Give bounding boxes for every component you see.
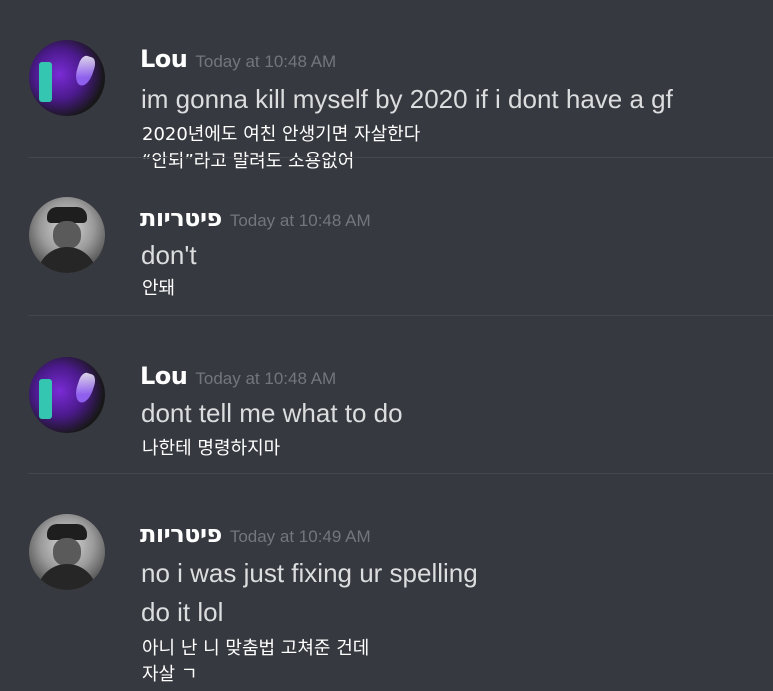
message-header: פיטריות Today at 10:48 AM	[140, 204, 371, 232]
translation-text: 아니 난 니 맞춤법 고쳐준 건데	[142, 638, 370, 659]
message-text: do it lol	[141, 597, 224, 627]
timestamp: Today at 10:48 AM	[195, 369, 337, 388]
translation-text: 안돼	[142, 278, 176, 299]
avatar[interactable]	[29, 40, 105, 116]
message-header: פיטריות Today at 10:49 AM	[140, 520, 371, 548]
avatar[interactable]	[29, 197, 105, 273]
message-divider	[28, 473, 773, 474]
username[interactable]: פיטריות	[140, 520, 222, 548]
avatar-art	[37, 564, 97, 590]
translation-text: “안되”라고 말려도 소용없어	[142, 151, 355, 172]
avatar-art	[53, 221, 81, 249]
avatar-art	[37, 247, 97, 273]
message-text: im gonna kill myself by 2020 if i dont h…	[141, 84, 673, 114]
translation-text: 자살 ㄱ	[142, 664, 198, 685]
username[interactable]: פיטריות	[140, 204, 222, 232]
avatar-art	[53, 538, 81, 566]
avatar-art	[72, 54, 98, 88]
timestamp: Today at 10:48 AM	[229, 211, 371, 230]
translation-text: 2020년에도 여친 안생기면 자살한다	[142, 124, 421, 145]
timestamp: Today at 10:48 AM	[195, 52, 337, 71]
message-header: Lou Today at 10:48 AM	[140, 362, 336, 390]
translation-text: 나한테 명령하지마	[142, 438, 281, 459]
avatar-art	[39, 62, 52, 102]
avatar-art	[72, 371, 98, 405]
username[interactable]: Lou	[140, 45, 188, 73]
avatar-art	[39, 379, 52, 419]
message-text: don't	[141, 240, 197, 270]
message-text: dont tell me what to do	[141, 398, 403, 428]
avatar[interactable]	[29, 514, 105, 590]
message-divider	[28, 315, 773, 316]
message-header: Lou Today at 10:48 AM	[140, 45, 336, 73]
timestamp: Today at 10:49 AM	[229, 527, 371, 546]
avatar[interactable]	[29, 357, 105, 433]
username[interactable]: Lou	[140, 362, 188, 390]
message-text: no i was just fixing ur spelling	[141, 558, 478, 588]
message-divider	[28, 157, 773, 158]
